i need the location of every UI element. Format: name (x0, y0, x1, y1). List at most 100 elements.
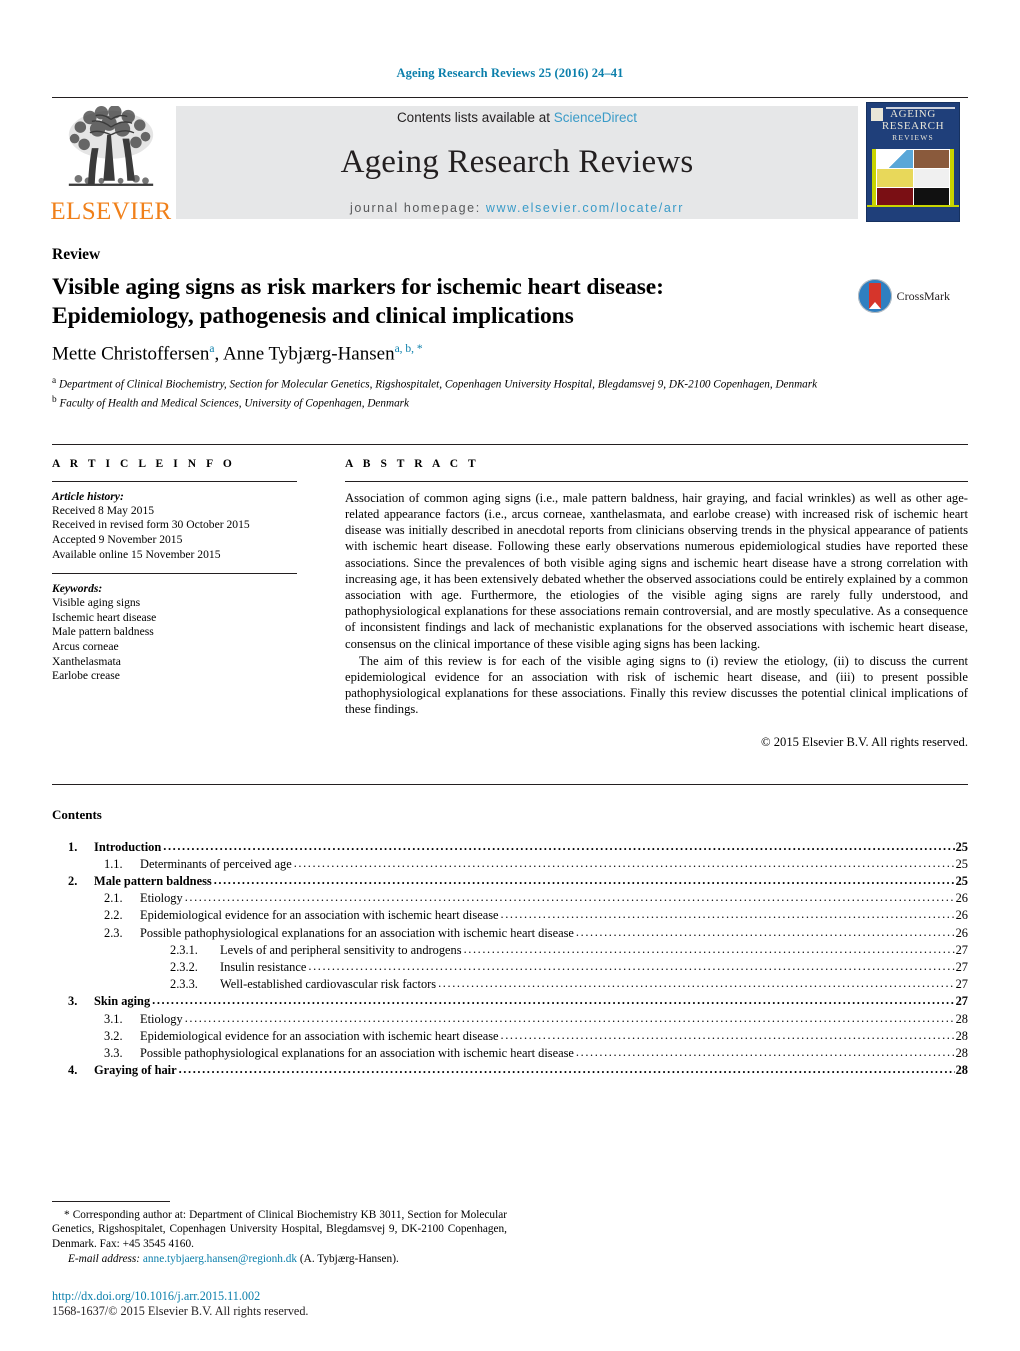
author-affiliation-mark: a (209, 343, 215, 355)
elsevier-tree-icon (68, 106, 154, 186)
cover-art-cell (877, 188, 913, 206)
affiliation-mark: b (52, 394, 57, 405)
info-abstract-section: A R T I C L E I N F O Article history: R… (52, 443, 968, 750)
toc-entry-number: 2.3.3. (170, 977, 198, 992)
article-category: Review (52, 246, 101, 263)
toc-leader-dots: ........................................… (184, 1010, 955, 1025)
keyword-item: Xanthelasmata (52, 654, 121, 668)
article-history-item: Received in revised form 30 October 2015 (52, 518, 250, 532)
toc-entry-page: 25 (955, 839, 968, 854)
toc-entry[interactable]: 2.3.1. Levels of and peripheral sensitivi… (52, 942, 968, 959)
article-info-column: A R T I C L E I N F O Article history: R… (52, 445, 337, 750)
journal-article-page: Ageing Research Reviews 25 (2016) 24–41 (0, 0, 1020, 1351)
cover-art-cell (913, 169, 949, 187)
title-row: Visible aging signs as risk markers for … (52, 273, 968, 331)
toc-entry[interactable]: 1.1. Determinants of perceived age.......… (52, 856, 968, 873)
keyword-item: Arcus corneae (52, 639, 119, 653)
affiliation-text: Department of Clinical Biochemistry, Sec… (58, 379, 818, 392)
cover-art-cell (913, 188, 949, 206)
toc-entry[interactable]: 2.3. Possible pathophysiological explanat… (52, 925, 968, 942)
cover-art-cell (877, 150, 913, 168)
elsevier-logo: ELSEVIER (50, 98, 171, 226)
divider (52, 573, 297, 575)
divider (345, 480, 968, 482)
toc-entry[interactable]: 1. Introduction..........................… (52, 839, 968, 856)
issn-copyright-line: 1568-1637/© 2015 Elsevier B.V. All right… (52, 1304, 309, 1318)
toc-entry[interactable]: 2.1. Etiology............................… (52, 890, 968, 907)
toc-entry-page: 27 (955, 977, 968, 992)
toc-entry-label: Possible pathophysiological explanations… (140, 1046, 574, 1061)
doi-link[interactable]: http://dx.doi.org/10.1016/j.arr.2015.11.… (52, 1289, 308, 1304)
contents-available-text: Contents lists available at (396, 109, 554, 125)
cover-art-cell (913, 150, 949, 168)
keyword-item: Visible aging signs (52, 596, 141, 610)
toc-entry-number: 4. (68, 1063, 78, 1078)
toc-entry-label: Well-established cardiovascular risk fac… (220, 977, 437, 992)
contents-heading: Contents (52, 806, 102, 822)
cover-title-line2: RESEARCH (881, 119, 945, 132)
toc-entry[interactable]: 2.3.3. Well-established cardiovascular ri… (52, 976, 968, 993)
toc-entry-page: 26 (955, 925, 968, 940)
toc-entry-number: 2.1. (104, 891, 123, 906)
article-info-heading: A R T I C L E I N F O (52, 457, 236, 470)
toc-entry-label: Introduction (94, 839, 162, 854)
author-name: Anne Tybjærg-Hansen (222, 343, 395, 365)
toc-entry[interactable]: 2.3.2. Insulin resistance................… (52, 959, 968, 976)
journal-cover-thumbnail: AGEING RESEARCH REVIEWS (858, 98, 968, 226)
journal-homepage-link[interactable]: www.elsevier.com/locate/arr (486, 201, 684, 215)
toc-entry-label: Etiology (140, 891, 183, 906)
toc-entry-number: 3.1. (104, 1011, 123, 1026)
affiliation-item: a Department of Clinical Biochemistry, S… (52, 374, 968, 392)
toc-entry-page: 25 (955, 856, 968, 871)
affiliation-text: Faculty of Health and Medical Sciences, … (59, 397, 409, 410)
toc-entry-number: 3.2. (104, 1028, 123, 1043)
toc-entry[interactable]: 4. Graying of hair.......................… (52, 1062, 968, 1079)
contents-available-line: Contents lists available at ScienceDirec… (397, 110, 637, 125)
toc-entry[interactable]: 3.2. Epidemiological evidence for an asso… (52, 1028, 968, 1045)
affiliations: a Department of Clinical Biochemistry, S… (52, 374, 968, 410)
toc-leader-dots: ........................................… (500, 907, 955, 922)
abstract-heading: A B S T R A C T (345, 457, 480, 470)
cover-title: AGEING RESEARCH REVIEWS (867, 108, 959, 144)
toc-entry[interactable]: 3. Skin aging............................… (52, 993, 968, 1010)
toc-entry-label: Epidemiological evidence for an associat… (140, 1028, 499, 1043)
article-history-item: Accepted 9 November 2015 (52, 532, 183, 546)
abstract-paragraph: Association of common aging signs (i.e.,… (345, 490, 968, 651)
toc-entry-number: 1.1. (104, 856, 123, 871)
toc-entry-label: Insulin resistance (220, 960, 307, 975)
abstract-copyright: © 2015 Elsevier B.V. All rights reserved… (761, 734, 968, 749)
toc-entry[interactable]: 3.1. Etiology............................… (52, 1011, 968, 1028)
toc-entry-number: 3. (68, 994, 78, 1009)
toc-entry-number: 1. (68, 839, 78, 854)
toc-entry-page: 26 (955, 908, 968, 923)
crossmark-icon (857, 279, 892, 313)
cover-title-line1: AGEING (890, 108, 936, 120)
toc-entry[interactable]: 2.2. Epidemiological evidence for an asso… (52, 907, 968, 924)
email-note: E-mail address: anne.tybjaerg.hansen@reg… (52, 1252, 507, 1267)
cover-bottom-band (867, 205, 959, 221)
toc-entry-number: 2.3.2. (170, 960, 198, 975)
sciencedirect-link[interactable]: ScienceDirect (554, 110, 637, 125)
toc-entry[interactable]: 2. Male pattern baldness.................… (52, 873, 968, 890)
email-link[interactable]: anne.tybjaerg.hansen@regionh.dk (143, 1253, 297, 1265)
toc-entry-number: 2. (68, 874, 78, 889)
author-list: Mette Christoffersena, Anne Tybjærg-Hans… (52, 343, 423, 365)
toc-leader-dots: ........................................… (575, 1045, 955, 1060)
toc-entry-page: 26 (955, 891, 968, 906)
toc-entry-label: Epidemiological evidence for an associat… (140, 908, 499, 923)
cover-art-cell (877, 169, 913, 187)
toc-leader-dots: ........................................… (575, 924, 955, 939)
crossmark-badge[interactable]: CrossMark (857, 279, 950, 313)
toc-leader-dots: ........................................… (152, 993, 955, 1008)
toc-entry-page: 28 (955, 1028, 968, 1043)
article-history-item: Received 8 May 2015 (52, 503, 155, 517)
toc-leader-dots: ........................................… (184, 890, 955, 905)
keyword-item: Ischemic heart disease (52, 610, 157, 624)
toc-entry-page: 27 (955, 942, 968, 957)
toc-entry-label: Determinants of perceived age (140, 856, 292, 871)
email-suffix: (A. Tybjærg-Hansen). (299, 1253, 399, 1266)
toc-entry[interactable]: 3.3. Possible pathophysiological explanat… (52, 1045, 968, 1062)
cover-artwork (872, 149, 954, 207)
toc-entry-label: Male pattern baldness (94, 874, 212, 889)
journal-homepage-label: journal homepage: (350, 200, 486, 215)
